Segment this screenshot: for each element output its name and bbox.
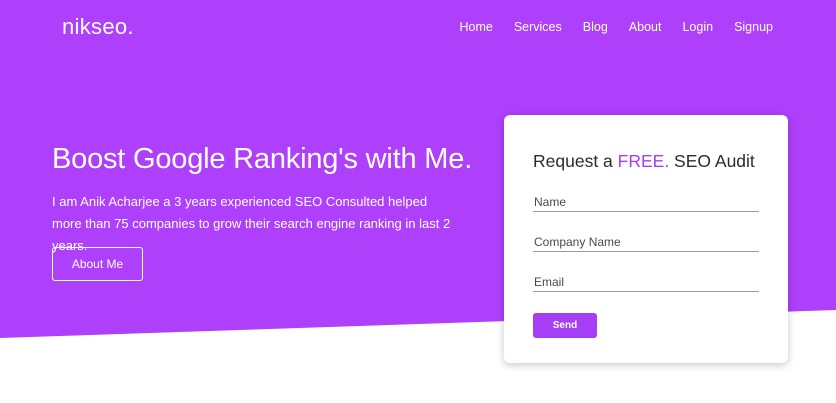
audit-form-title: Request a FREE. SEO Audit xyxy=(533,151,755,172)
nav-blog-link[interactable]: Blog xyxy=(583,19,608,35)
send-button[interactable]: Send xyxy=(533,313,597,338)
company-name-input[interactable]: Company Name xyxy=(533,232,759,252)
name-input[interactable]: Name xyxy=(533,192,759,212)
audit-title-suffix: SEO Audit xyxy=(669,151,755,171)
nav-home-link[interactable]: Home xyxy=(459,19,492,35)
nav-login-link[interactable]: Login xyxy=(682,19,713,35)
email-input-placeholder: Email xyxy=(534,274,565,289)
audit-title-highlight: FREE. xyxy=(617,151,670,171)
hero-title: Boost Google Ranking's with Me. xyxy=(52,143,473,175)
audit-title-prefix: Request a xyxy=(533,151,618,171)
nav-services-link[interactable]: Services xyxy=(514,19,562,35)
main-nav: Home Services Blog About Login Signup xyxy=(459,19,773,35)
about-me-button[interactable]: About Me xyxy=(52,247,143,281)
company-name-input-placeholder: Company Name xyxy=(534,234,621,249)
site-logo[interactable]: nikseo. xyxy=(62,14,134,40)
nav-about-link[interactable]: About xyxy=(629,19,662,35)
name-input-placeholder: Name xyxy=(534,194,567,209)
email-input[interactable]: Email xyxy=(533,272,759,292)
nav-signup-link[interactable]: Signup xyxy=(734,19,773,35)
